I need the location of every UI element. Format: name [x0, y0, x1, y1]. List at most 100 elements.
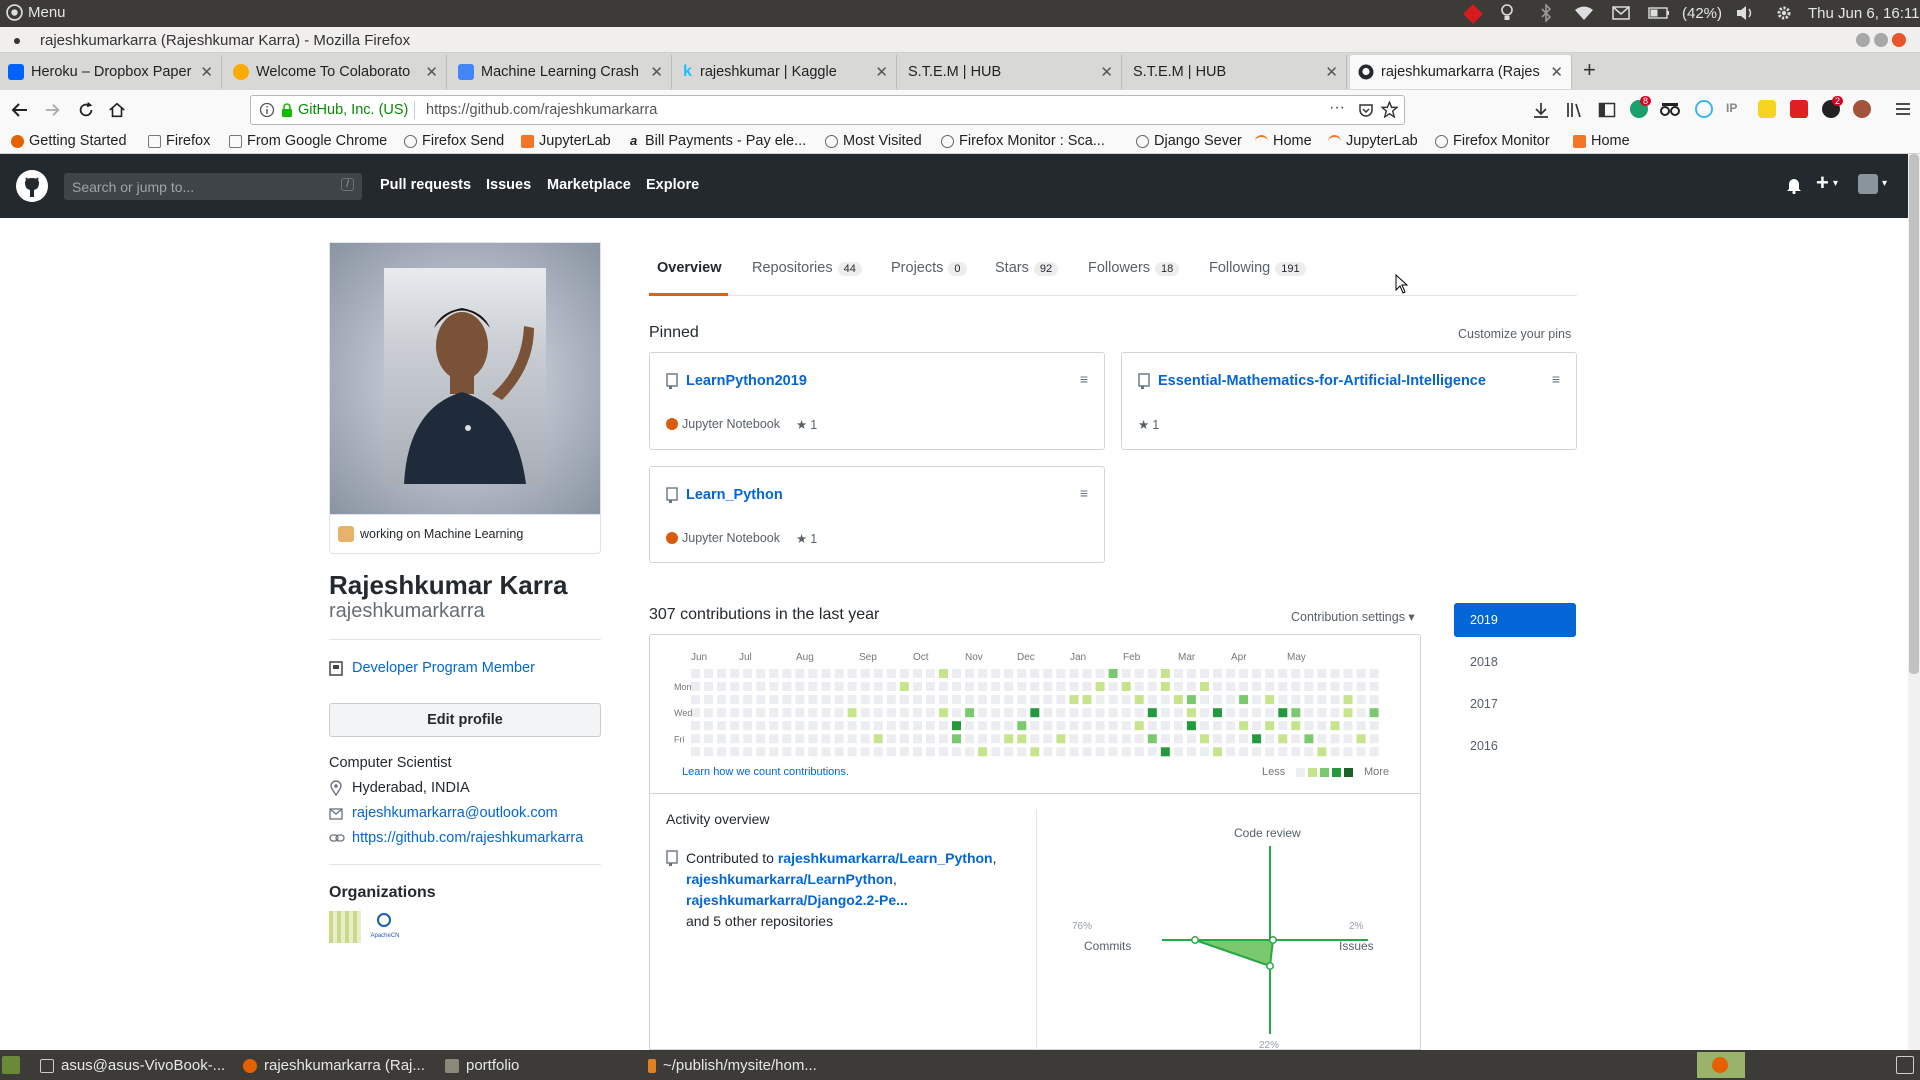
calendar-day-cell[interactable]: [1030, 721, 1040, 731]
calendar-day-cell[interactable]: [730, 747, 740, 757]
calendar-day-cell[interactable]: [834, 734, 844, 744]
calendar-day-cell[interactable]: [1226, 682, 1236, 691]
calendar-day-cell[interactable]: [1252, 682, 1262, 691]
calendar-day-cell[interactable]: [1160, 682, 1170, 691]
calendar-day-cell[interactable]: [1043, 734, 1053, 744]
calendar-day-cell[interactable]: [939, 708, 948, 718]
calendar-day-cell[interactable]: [1134, 721, 1144, 731]
calendar-day-cell[interactable]: [730, 721, 740, 731]
calendar-day-cell[interactable]: [873, 682, 883, 691]
calendar-day-cell[interactable]: [1304, 669, 1314, 678]
calendar-day-cell[interactable]: [821, 734, 831, 744]
calendar-day-cell[interactable]: [886, 669, 896, 678]
bookmark-item[interactable]: Getting Started: [11, 133, 127, 149]
calendar-day-cell[interactable]: [925, 695, 935, 705]
calendar-day-cell[interactable]: [939, 682, 948, 691]
calendar-day-cell[interactable]: [1043, 721, 1053, 731]
calendar-day-cell[interactable]: [1056, 734, 1066, 744]
url-bar[interactable]: GitHub, Inc. (US) https://github.com/raj…: [250, 95, 1405, 125]
calendar-day-cell[interactable]: [1121, 747, 1131, 757]
calendar-day-cell[interactable]: [1095, 669, 1105, 678]
calendar-day-cell[interactable]: [1304, 734, 1314, 744]
tab-dropbox-paper[interactable]: Heroku – Dropbox Paper ✕: [0, 55, 222, 89]
calendar-day-cell[interactable]: [821, 721, 831, 731]
calendar-day-cell[interactable]: [1121, 682, 1131, 691]
calendar-day-cell[interactable]: [991, 734, 1001, 744]
tab-projects[interactable]: Projects 0: [891, 260, 967, 276]
calendar-day-cell[interactable]: [1330, 734, 1340, 744]
calendar-day-cell[interactable]: [991, 669, 1001, 678]
wifi-icon[interactable]: [1574, 5, 1594, 21]
calendar-day-cell[interactable]: [1147, 682, 1157, 691]
calendar-day-cell[interactable]: [1330, 708, 1340, 718]
calendar-day-cell[interactable]: [1278, 734, 1288, 744]
calendar-day-cell[interactable]: [1343, 734, 1353, 744]
calendar-day-cell[interactable]: [965, 721, 975, 731]
calendar-day-cell[interactable]: [886, 747, 896, 757]
calendar-day-cell[interactable]: [1017, 747, 1027, 757]
calendar-day-cell[interactable]: [1252, 747, 1262, 757]
calendar-day-cell[interactable]: [912, 669, 922, 678]
calendar-day-cell[interactable]: [886, 695, 896, 705]
calendar-day-cell[interactable]: [1004, 747, 1014, 757]
calendar-day-cell[interactable]: [756, 747, 766, 757]
calendar-day-cell[interactable]: [691, 734, 700, 744]
calendar-day-cell[interactable]: [886, 721, 896, 731]
calendar-day-cell[interactable]: [821, 669, 831, 678]
user-status[interactable]: working on Machine Learning: [329, 514, 601, 554]
calendar-day-cell[interactable]: [899, 695, 909, 705]
calendar-day-cell[interactable]: [1330, 747, 1340, 757]
calendar-day-cell[interactable]: [782, 721, 792, 731]
minimize-button[interactable]: [1856, 33, 1870, 47]
calendar-day-cell[interactable]: [782, 734, 792, 744]
calendar-day-cell[interactable]: [743, 669, 753, 678]
calendar-day-cell[interactable]: [1291, 708, 1301, 718]
calendar-day-cell[interactable]: [1069, 708, 1079, 718]
calendar-day-cell[interactable]: [1186, 708, 1196, 718]
calendar-day-cell[interactable]: [1369, 682, 1379, 691]
calendar-day-cell[interactable]: [1200, 747, 1209, 757]
calendar-day-cell[interactable]: [1213, 708, 1222, 718]
calendar-day-cell[interactable]: [769, 747, 779, 757]
profile-avatar-icon[interactable]: [1853, 100, 1871, 118]
calendar-day-cell[interactable]: [1291, 721, 1301, 731]
calendar-day-cell[interactable]: [1226, 721, 1236, 731]
calendar-day-cell[interactable]: [1056, 708, 1066, 718]
calendar-day-cell[interactable]: [1317, 734, 1327, 744]
calendar-day-cell[interactable]: [1147, 734, 1157, 744]
calendar-day-cell[interactable]: [1239, 734, 1249, 744]
taskbar-item-editor[interactable]: ~/publish/mysite/hom...: [648, 1057, 817, 1074]
pinned-repo-card[interactable]: Essential-Mathematics-for-Artificial-Int…: [1121, 352, 1577, 450]
calendar-day-cell[interactable]: [1291, 747, 1301, 757]
calendar-day-cell[interactable]: [912, 708, 922, 718]
calendar-day-cell[interactable]: [704, 747, 713, 757]
calendar-day-cell[interactable]: [1200, 708, 1209, 718]
calendar-day-cell[interactable]: [795, 721, 805, 731]
calendar-day-cell[interactable]: [925, 734, 935, 744]
bookmark-item[interactable]: JupyterLab: [521, 133, 611, 149]
calendar-day-cell[interactable]: [756, 721, 766, 731]
calendar-day-cell[interactable]: [939, 695, 948, 705]
info-icon[interactable]: [259, 102, 275, 118]
calendar-day-cell[interactable]: [769, 695, 779, 705]
tab-close-icon[interactable]: ✕: [1100, 63, 1113, 81]
calendar-day-cell[interactable]: [1343, 682, 1353, 691]
pinned-repo-name[interactable]: LearnPython2019: [686, 373, 807, 389]
tab-close-icon[interactable]: ✕: [650, 63, 663, 81]
calendar-day-cell[interactable]: [1069, 695, 1079, 705]
calendar-day-cell[interactable]: [1265, 721, 1275, 731]
menu-logo-icon[interactable]: [6, 4, 23, 21]
calendar-day-cell[interactable]: [1108, 669, 1118, 678]
calendar-day-cell[interactable]: [991, 695, 1001, 705]
calendar-day-cell[interactable]: [782, 669, 792, 678]
calendar-day-cell[interactable]: [1056, 747, 1066, 757]
drag-grabber-icon[interactable]: ≡: [1552, 371, 1560, 387]
calendar-day-cell[interactable]: [912, 682, 922, 691]
tab-overview[interactable]: Overview: [657, 260, 722, 276]
nav-marketplace[interactable]: Marketplace: [547, 177, 631, 193]
calendar-day-cell[interactable]: [939, 669, 948, 678]
calendar-day-cell[interactable]: [756, 708, 766, 718]
calendar-day-cell[interactable]: [912, 734, 922, 744]
calendar-day-cell[interactable]: [991, 747, 1001, 757]
calendar-day-cell[interactable]: [1291, 734, 1301, 744]
